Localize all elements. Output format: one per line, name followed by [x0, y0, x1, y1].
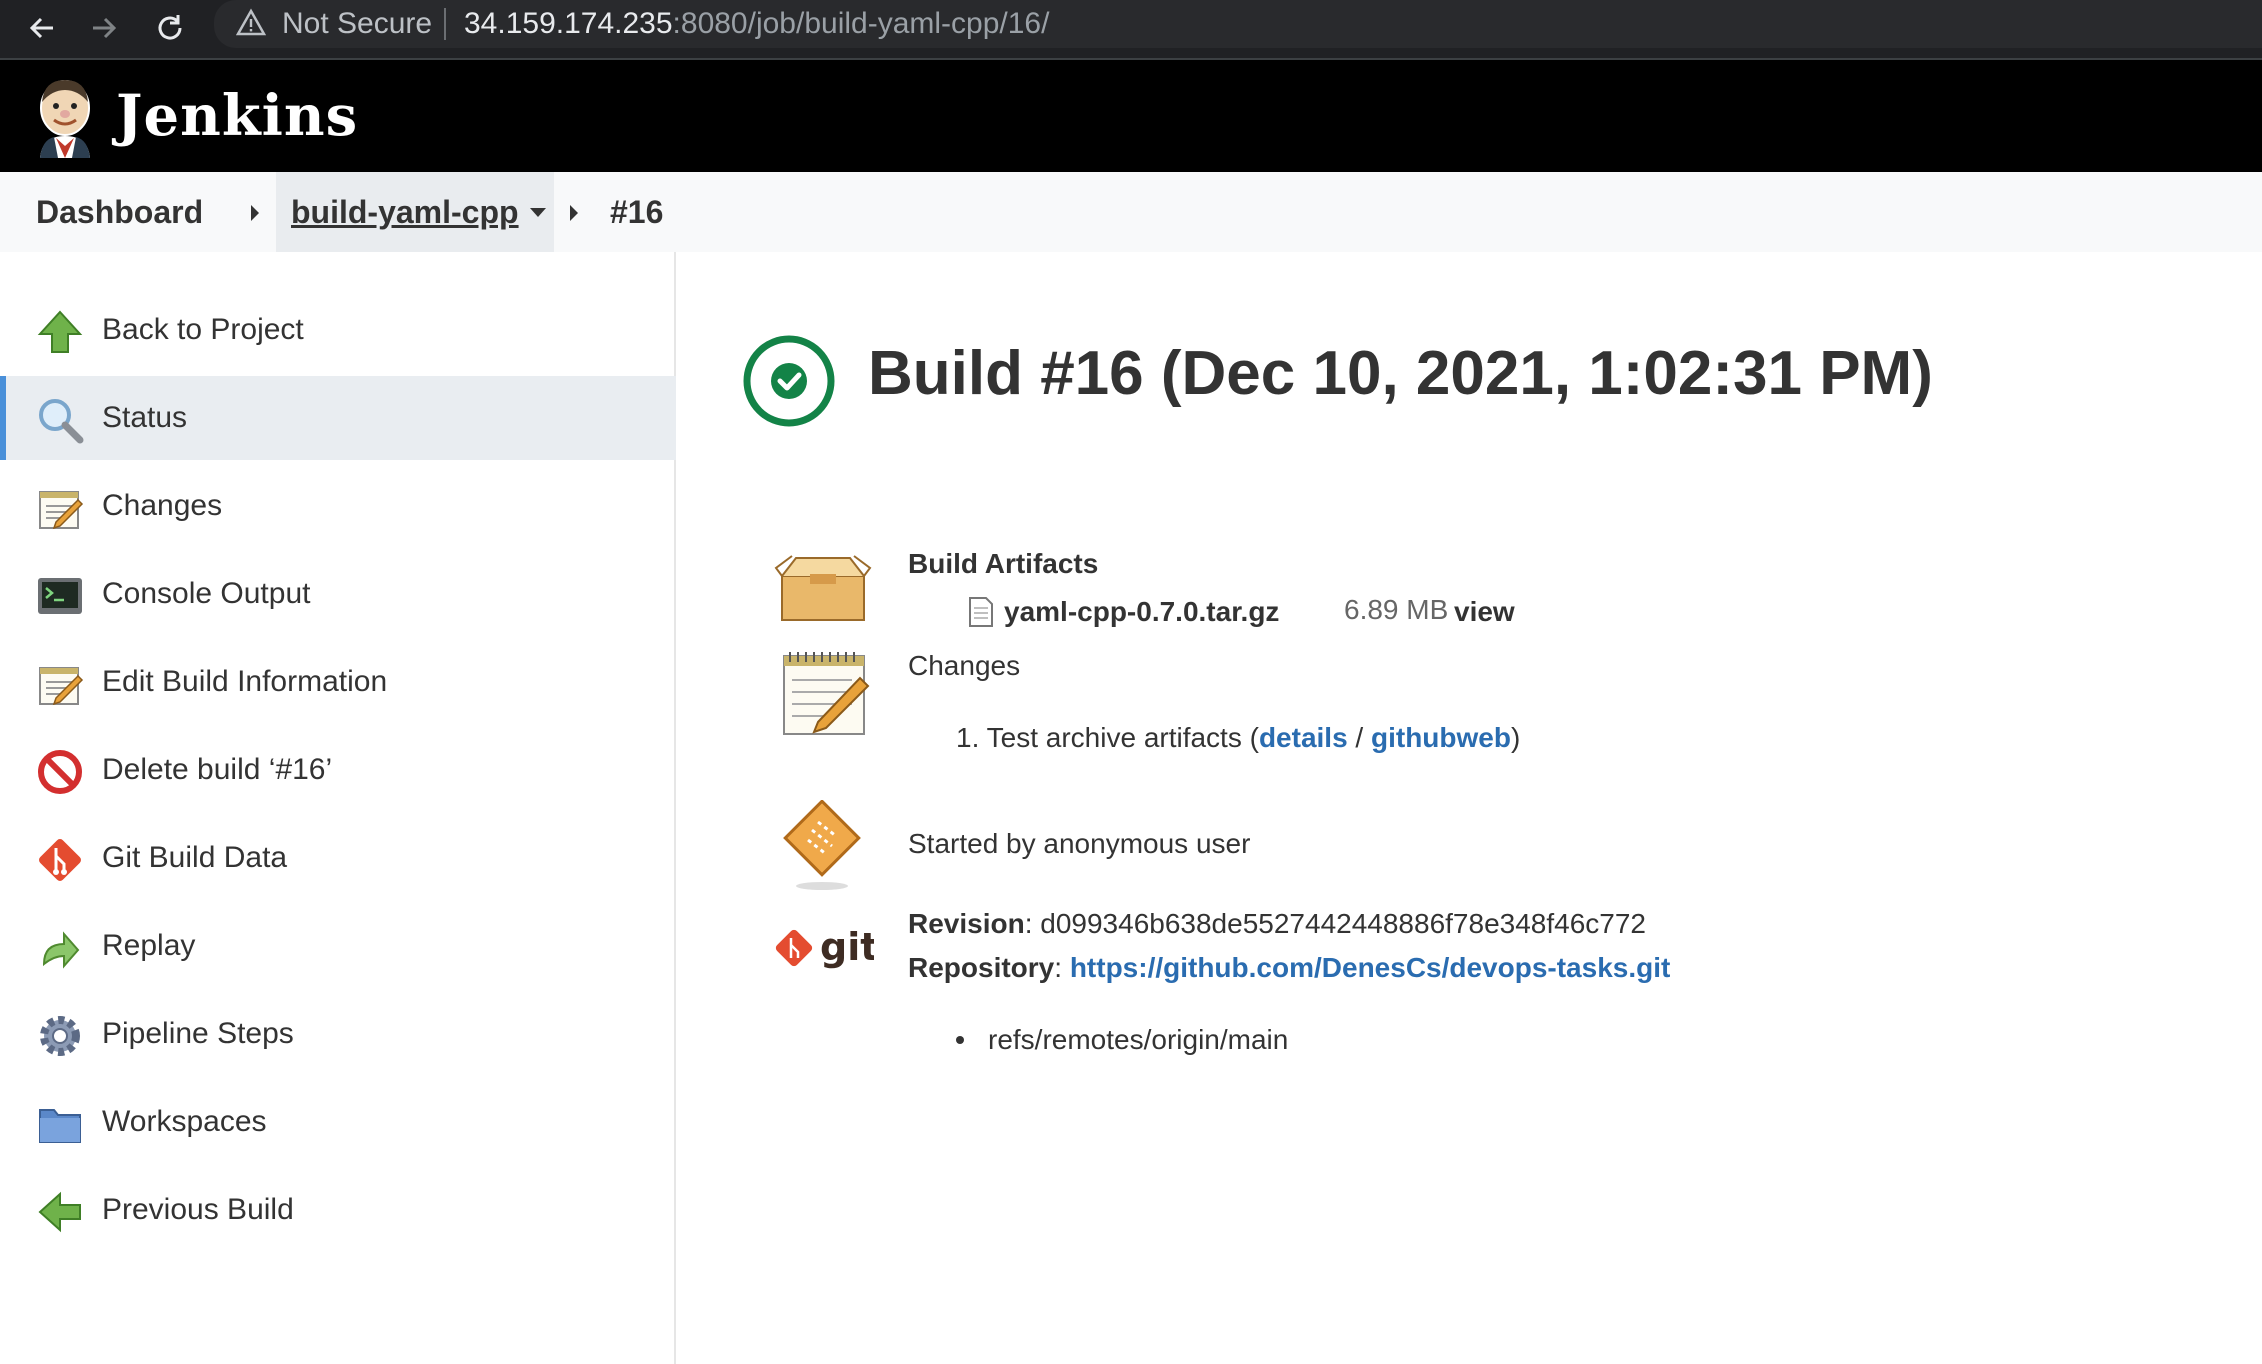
breadcrumb-dashboard[interactable]: Dashboard	[36, 172, 203, 252]
url-path: :8080/job/build-yaml-cpp/16/	[672, 7, 1050, 40]
sidebar-item-label: Edit Build Information	[102, 665, 388, 698]
warning-icon	[236, 8, 266, 36]
breadcrumb-separator-icon	[570, 205, 578, 221]
replay-arrow-icon	[42, 931, 80, 969]
sidebar-item-label: Delete build ‘#16’	[102, 753, 333, 786]
sidebar-item-edit-build-information[interactable]: Edit Build Information	[0, 640, 676, 724]
jenkins-title[interactable]: Jenkins	[116, 84, 358, 148]
reload-button[interactable]	[148, 6, 192, 50]
change-githubweb-link[interactable]: githubweb	[1371, 722, 1511, 753]
list-bullet	[956, 1036, 964, 1044]
jenkins-butler-logo-icon[interactable]	[32, 76, 98, 158]
forward-arrow-icon	[93, 17, 117, 39]
url-text[interactable]: 34.159.174.235:8080/job/build-yaml-cpp/1…	[464, 6, 1049, 42]
notepad-icon	[783, 652, 870, 735]
sidebar-item-label: Git Build Data	[102, 841, 288, 874]
build-cause: Started by anonymous user	[908, 828, 1251, 859]
reload-icon	[158, 15, 182, 40]
notepad-icon	[39, 491, 84, 530]
user-trigger-icon	[783, 800, 861, 890]
no-entry-icon	[38, 750, 82, 794]
page-title: Build #16 (Dec 10, 2021, 1:02:31 PM)	[868, 339, 1933, 408]
git-logo-icon: git	[775, 925, 874, 969]
change-close-paren: )	[1510, 722, 1521, 753]
sidebar-item-label: Console Output	[102, 577, 311, 610]
repository-label: Repository	[908, 952, 1055, 983]
sidebar-item-changes[interactable]: Changes	[0, 464, 676, 548]
breadcrumb-separator-icon	[251, 205, 259, 221]
folder-icon	[39, 1109, 81, 1143]
up-arrow-icon	[37, 310, 83, 353]
artifact-file-size: 6.89 MB	[1344, 594, 1449, 625]
svg-text:git: git	[820, 925, 874, 969]
sidebar-item-git-build-data[interactable]: Git Build Data	[0, 816, 676, 900]
browser-toolbar: Not Secure 34.159.174.235:8080/job/build…	[0, 0, 2262, 58]
sidebar-item-replay[interactable]: Replay	[0, 904, 676, 988]
sidebar-item-back-to-project[interactable]: Back to Project	[0, 288, 676, 372]
sidebar-item-label: Status	[102, 401, 188, 434]
revision-hash: d099346b638de5527442448886f78e348f46c772	[1040, 908, 1646, 939]
sidebar-item-label: Changes	[102, 489, 223, 522]
back-arrow-icon	[29, 17, 53, 39]
sidebar-item-status[interactable]: Status	[0, 376, 676, 460]
change-message: Test archive artifacts (	[986, 722, 1259, 753]
sidebar-item-label: Workspaces	[102, 1105, 267, 1138]
sidebar-item-console-output[interactable]: Console Output	[0, 552, 676, 636]
artifact-file-link[interactable]: yaml-cpp-0.7.0.tar.gz	[1004, 594, 1279, 630]
success-check-icon	[743, 335, 835, 427]
terminal-icon	[38, 578, 82, 614]
sidebar-item-label: Back to Project	[102, 313, 304, 346]
jenkins-header: Jenkins	[0, 60, 2262, 172]
sidebar-item-label: Replay	[102, 929, 196, 962]
build-artifacts-link[interactable]: Build Artifacts	[908, 546, 1098, 582]
sidebar-item-previous-build[interactable]: Previous Build	[0, 1168, 676, 1252]
back-button[interactable]	[20, 6, 64, 50]
sidebar-item-label: Pipeline Steps	[102, 1017, 294, 1050]
sidebar-item-label: Previous Build	[102, 1193, 294, 1226]
change-separator: /	[1347, 722, 1371, 753]
sidebar-item-workspaces[interactable]: Workspaces	[0, 1080, 676, 1164]
change-details-link[interactable]: details	[1259, 722, 1348, 753]
sidebar-item-delete-build[interactable]: Delete build ‘#16’	[0, 728, 676, 812]
change-list-item: 1. Test archive artifacts (details / git…	[956, 720, 1520, 756]
revision-line: Revision: d099346b638de5527442448886f78e…	[908, 908, 1646, 939]
file-icon	[969, 597, 993, 627]
gear-icon	[40, 1016, 80, 1056]
left-arrow-icon	[38, 1191, 81, 1233]
package-box-icon	[774, 555, 872, 621]
git-icon	[39, 839, 81, 881]
url-divider	[444, 8, 446, 40]
breadcrumb-job[interactable]: build-yaml-cpp	[291, 172, 519, 252]
repository-link[interactable]: https://github.com/DenesCs/devops-tasks.…	[1070, 952, 1671, 983]
artifact-view-link[interactable]: view	[1454, 594, 1515, 630]
breadcrumb-dropdown-icon[interactable]	[530, 208, 546, 217]
url-host: 34.159.174.235	[464, 7, 673, 40]
forward-button[interactable]	[82, 6, 126, 50]
magnifier-icon	[39, 399, 84, 444]
changes-heading: Changes	[908, 650, 1021, 681]
revision-label: Revision	[908, 908, 1025, 939]
branch-ref: refs/remotes/origin/main	[988, 1024, 1289, 1055]
change-number: 1.	[956, 722, 980, 753]
breadcrumb-build[interactable]: #16	[610, 172, 663, 252]
sidebar-item-pipeline-steps[interactable]: Pipeline Steps	[0, 992, 676, 1076]
notepad-icon	[39, 667, 84, 706]
repository-line: Repository: https://github.com/DenesCs/d…	[908, 952, 1671, 983]
security-label[interactable]: Not Secure	[282, 6, 432, 42]
